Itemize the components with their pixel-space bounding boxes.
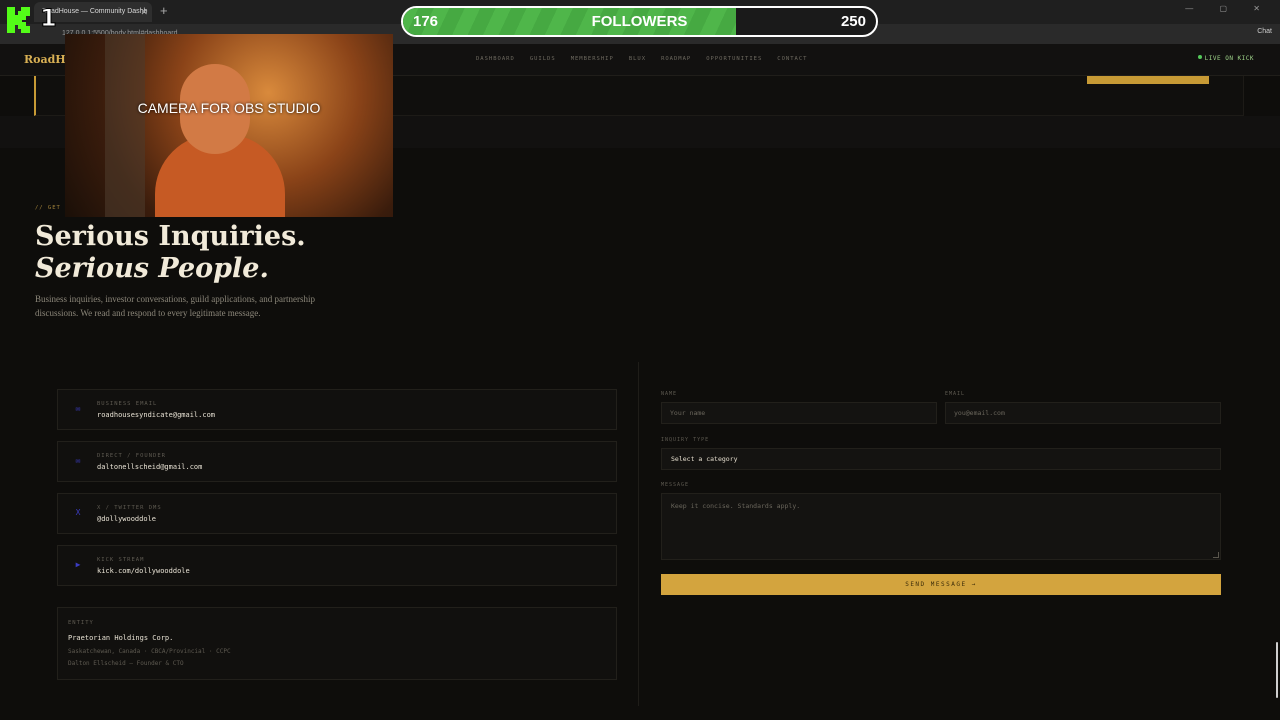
contact-value[interactable]: daltonellscheid@gmail.com <box>97 463 202 471</box>
webcam-caption: CAMERA FOR OBS STUDIO <box>137 100 321 116</box>
live-on-kick-link[interactable]: LIVE ON KICK <box>1197 55 1254 62</box>
contact-label: X / TWITTER DMS <box>97 505 162 511</box>
tab-close-icon[interactable]: ✕ <box>140 2 148 22</box>
contact-card-business-email[interactable]: ✉ BUSINESS EMAIL roadhousesyndicate@gmai… <box>57 389 617 430</box>
window-controls[interactable]: — ▢ ✕ <box>1185 4 1272 13</box>
contact-card-founder-email[interactable]: ✉ DIRECT / FOUNDER daltonellscheid@gmail… <box>57 441 617 482</box>
previous-section-button[interactable] <box>1087 76 1209 84</box>
resize-grip-icon[interactable] <box>1213 552 1219 558</box>
webcam-background <box>105 34 145 217</box>
new-tab-button[interactable]: + <box>160 3 168 18</box>
contact-value[interactable]: kick.com/dollywooddole <box>97 567 190 575</box>
send-message-button[interactable]: SEND MESSAGE → <box>661 574 1221 595</box>
nav-dashboard[interactable]: DASHBOARD <box>476 56 515 62</box>
email-label: EMAIL <box>945 391 966 397</box>
section-lead: Business inquiries, investor conversatio… <box>35 294 315 318</box>
name-input[interactable] <box>661 402 937 424</box>
contact-card-kick[interactable]: ▶ KICK STREAM kick.com/dollywooddole <box>57 545 617 586</box>
entity-name: Praetorian Holdings Corp. <box>68 634 174 642</box>
webcam-overlay: CAMERA FOR OBS STUDIO <box>65 34 393 217</box>
followers-goal-bar: 176 FOLLOWERS 250 <box>401 6 878 37</box>
nav-contact[interactable]: CONTACT <box>777 56 807 62</box>
followers-label: FOLLOWERS <box>591 13 688 30</box>
main-nav: DASHBOARD GUILDS MEMBERSHIP BLUX ROADMAP… <box>476 56 807 62</box>
nav-blux[interactable]: BLUX <box>629 56 646 62</box>
kick-logo-icon <box>7 7 30 33</box>
nav-guilds[interactable]: GUILDS <box>530 56 556 62</box>
email-input[interactable] <box>945 402 1221 424</box>
section-heading-line1: Serious Inquiries. <box>35 221 306 252</box>
entity-jurisdiction: Saskatchewan, Canada · CBCA/Provincial ·… <box>68 648 231 655</box>
message-textarea[interactable] <box>661 493 1221 560</box>
page-scrollbar[interactable] <box>1276 642 1278 698</box>
tab-title: RoadHouse — Community Dashb <box>42 8 148 15</box>
contact-card-twitter[interactable]: X X / TWITTER DMS @dollywooddole <box>57 493 617 534</box>
email-icon: ✉ <box>75 456 81 465</box>
live-dot-icon <box>1197 55 1202 59</box>
nav-membership[interactable]: MEMBERSHIP <box>571 56 614 62</box>
contact-label: BUSINESS EMAIL <box>97 401 158 407</box>
x-twitter-icon: X <box>75 508 81 517</box>
email-icon: ✉ <box>75 404 81 413</box>
name-label: NAME <box>661 391 678 397</box>
nav-roadmap[interactable]: ROADMAP <box>661 56 691 62</box>
live-label: LIVE ON KICK <box>1204 55 1254 62</box>
chat-button[interactable]: Chat <box>1257 28 1272 35</box>
play-icon: ▶ <box>75 560 81 569</box>
inquiry-type-label: INQUIRY TYPE <box>661 437 710 443</box>
inquiry-type-select[interactable]: Select a category <box>661 448 1221 470</box>
followers-goal: 250 <box>840 13 866 30</box>
entity-label: ENTITY <box>68 620 94 626</box>
entity-founder: Dalton Ellscheid — Founder & CTO <box>68 660 184 667</box>
overlay-counter: 1 <box>40 4 58 33</box>
contact-value[interactable]: @dollywooddole <box>97 515 156 523</box>
section-heading-line2: Serious People. <box>35 253 269 284</box>
column-divider <box>638 362 639 706</box>
nav-opportunities[interactable]: OPPORTUNITIES <box>706 56 762 62</box>
contact-label: KICK STREAM <box>97 557 145 563</box>
contact-value[interactable]: roadhousesyndicate@gmail.com <box>97 411 215 419</box>
contact-label: DIRECT / FOUNDER <box>97 453 166 459</box>
entity-card: ENTITY Praetorian Holdings Corp. Saskatc… <box>57 607 617 680</box>
message-label: MESSAGE <box>661 482 690 488</box>
